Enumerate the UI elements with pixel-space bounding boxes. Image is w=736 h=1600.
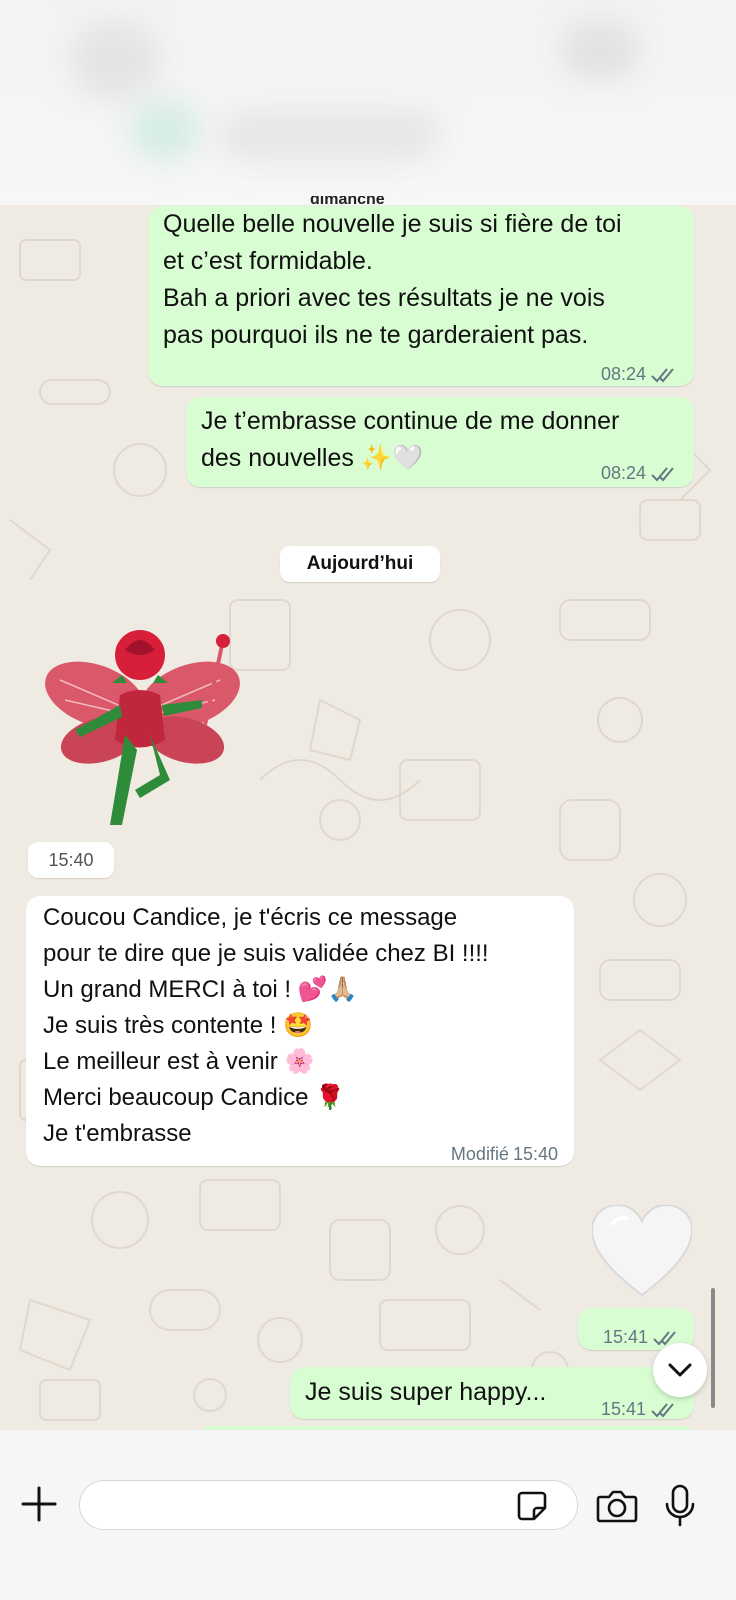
message-time: 08:24 (600, 463, 646, 483)
scrollbar[interactable] (711, 1288, 715, 1408)
edited-label: Modifié (450, 1144, 509, 1164)
microphone-icon[interactable] (664, 1484, 696, 1528)
message-time: 15:40 (512, 1144, 558, 1164)
scroll-to-bottom-button[interactable] (653, 1343, 707, 1397)
sticker-time: 15:40 (28, 842, 114, 878)
message-bubble-incoming[interactable]: Coucou Candice, je t'écris ce message po… (26, 896, 574, 1166)
message-input[interactable] (79, 1480, 578, 1530)
message-time: 15:41 (602, 1327, 648, 1347)
chat-header-blurred (0, 0, 736, 205)
message-time: 15:41 (600, 1399, 646, 1419)
message-time: 08:24 (600, 364, 646, 384)
sticker-icon[interactable] (516, 1490, 548, 1522)
camera-icon[interactable] (596, 1488, 638, 1524)
message-bubble-outgoing[interactable]: Je suis super happy... 15:41 (290, 1367, 694, 1419)
read-ticks-icon (651, 466, 674, 481)
rose-fairy-sticker[interactable] (40, 625, 240, 835)
day-separator: Aujourd’hui (280, 546, 440, 582)
message-meta: 08:24 (601, 356, 678, 393)
read-ticks-icon (651, 1402, 674, 1417)
message-meta: 08:24 (601, 455, 678, 492)
message-meta: Modifié 15:40 (451, 1136, 558, 1173)
message-bubble-outgoing[interactable]: Quelle belle nouvelle je suis si fière d… (148, 206, 694, 386)
message-text: Quelle belle nouvelle je suis si fière d… (163, 210, 622, 349)
message-bubble-outgoing[interactable]: Je t’embrasse continue de me donner des … (186, 397, 694, 487)
chevron-down-icon (668, 1363, 692, 1377)
message-text: Je suis super happy... (305, 1378, 547, 1406)
plus-icon[interactable] (20, 1485, 58, 1523)
heart-sticker[interactable] (592, 1205, 692, 1300)
message-meta: 15:41 (601, 1391, 678, 1428)
message-text: Coucou Candice, je t'écris ce message po… (43, 904, 489, 1147)
read-ticks-icon (651, 367, 674, 382)
